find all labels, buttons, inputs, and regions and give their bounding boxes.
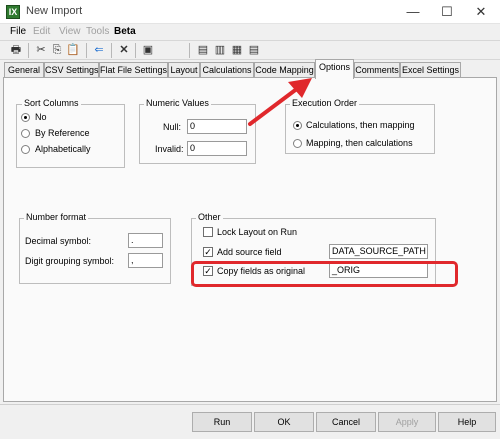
toolbar-separator [86,43,87,58]
layout-view-2-icon[interactable]: ▥ [213,43,227,57]
tab-general[interactable]: General [4,62,44,78]
tab-options[interactable]: Options [315,59,354,79]
cut-icon[interactable]: ✂ [34,43,48,57]
toolbar-separator [189,43,190,58]
menu-file[interactable]: File [10,26,26,37]
back-arrow-icon[interactable]: ⇐ [92,43,106,57]
paste-icon[interactable]: 📋 [66,43,80,57]
toolbar-separator [111,43,112,58]
apply-button[interactable]: Apply [378,412,436,432]
menu-edit[interactable]: Edit [33,26,50,37]
sort-alphabetically-label[interactable]: Alphabetically [35,144,91,154]
copy-icon[interactable]: ⎘ [50,43,64,57]
delete-icon[interactable]: ✕ [117,43,131,57]
close-icon[interactable]: ✕ [466,2,496,22]
invalid-input[interactable]: 0 [187,141,247,156]
sort-columns-title: Sort Columns [22,98,81,108]
other-title: Other [196,212,223,222]
minimize-icon[interactable]: — [398,2,428,22]
decimal-symbol-input[interactable]: . [128,233,163,248]
decimal-symbol-label: Decimal symbol: [25,236,92,246]
app-icon: IX [6,5,20,19]
properties-icon[interactable]: ▣ [141,43,155,57]
null-label: Null: [163,122,182,132]
cancel-button[interactable]: Cancel [316,412,376,432]
digit-grouping-input[interactable]: , [128,253,163,268]
tab-csv-settings[interactable]: CSV Settings [44,62,99,78]
tab-layout[interactable]: Layout [168,62,200,78]
number-format-group [19,218,171,284]
lock-layout-checkbox[interactable] [203,227,213,237]
sort-by-reference-radio[interactable] [21,129,30,138]
layout-view-3-icon[interactable]: ▦ [230,43,244,57]
print-icon[interactable]: 🖶 [9,43,23,57]
maximize-icon[interactable]: ☐ [432,2,462,22]
sort-by-reference-label[interactable]: By Reference [35,128,90,138]
numeric-values-title: Numeric Values [144,98,211,108]
sort-alphabetically-radio[interactable] [21,145,30,154]
window-title: New Import [26,5,83,17]
menu-tools[interactable]: Tools [86,26,109,37]
sort-no-radio[interactable] [21,113,30,122]
layout-view-4-icon[interactable]: ▤ [247,43,261,57]
help-button[interactable]: Help [438,412,496,432]
add-source-label[interactable]: Add source field [217,247,282,257]
lock-layout-label[interactable]: Lock Layout on Run [217,227,297,237]
menu-bar: File Edit View Tools Beta [0,24,500,40]
arrow-annotation [248,78,312,126]
tab-flat-file-settings[interactable]: Flat File Settings [99,62,168,78]
source-field-input[interactable]: DATA_SOURCE_PATH [329,244,428,259]
digit-grouping-label: Digit grouping symbol: [25,256,115,266]
title-bar: IX New Import — ☐ ✕ [0,0,500,24]
mapping-then-calc-radio[interactable] [293,139,302,148]
tab-comments[interactable]: Comments [354,62,400,78]
footer-divider [0,404,500,405]
run-button[interactable]: Run [192,412,252,432]
toolbar-separator [28,43,29,58]
layout-view-1-icon[interactable]: ▤ [196,43,210,57]
calc-then-mapping-label[interactable]: Calculations, then mapping [306,120,415,130]
null-input[interactable]: 0 [187,119,247,134]
mapping-then-calc-label[interactable]: Mapping, then calculations [306,138,413,148]
sort-no-label[interactable]: No [35,112,47,122]
menu-view[interactable]: View [59,26,81,37]
toolbar-separator [135,43,136,58]
menu-beta[interactable]: Beta [114,26,136,37]
tab-excel-settings[interactable]: Excel Settings [400,62,461,78]
toolbar: 🖶 ✂ ⎘ 📋 ⇐ ✕ ▣ ▤ ▥ ▦ ▤ [0,40,500,60]
highlight-annotation [191,261,458,287]
number-format-title: Number format [24,212,89,222]
add-source-checkbox[interactable]: ✓ [203,247,213,257]
invalid-label: Invalid: [155,144,184,154]
ok-button[interactable]: OK [254,412,314,432]
